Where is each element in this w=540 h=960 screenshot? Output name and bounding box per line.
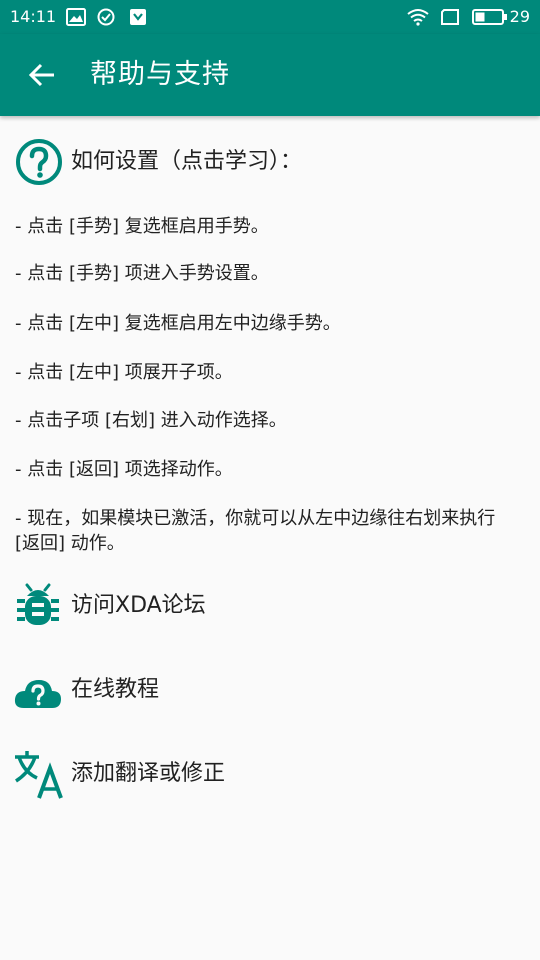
app-toolbar: 帮助与支持: [0, 34, 540, 116]
image-notification-icon: [66, 8, 86, 26]
app-root: 14:11 29 帮助与支持 如何设置（点击学习）： - 点击 [手势] 复选框…: [0, 0, 540, 960]
help-circle-icon: [16, 139, 62, 185]
page-title: 帮助与支持: [90, 59, 230, 90]
add-translation-label: 添加翻译或修正: [71, 761, 226, 786]
battery-icon: [472, 8, 508, 26]
download-box-icon: [128, 8, 148, 26]
help-step-1: - 点击 [手势] 复选框启用手势。: [15, 216, 269, 237]
help-step-7: - 现在，如果模块已激活，你就可以从左中边缘往右划来执行 [返回] 动作。: [15, 508, 496, 554]
check-circle-icon: [96, 8, 116, 26]
arrow-back-icon: [28, 63, 54, 87]
online-tutorial-label: 在线教程: [71, 677, 160, 702]
add-translation-link[interactable]: 添加翻译或修正: [12, 746, 532, 802]
status-time: 14:11: [10, 7, 57, 26]
battery-level: 29: [509, 7, 530, 26]
help-step-4: - 点击 [左中] 项展开子项。: [15, 362, 233, 383]
status-bar: 14:11 29: [0, 0, 540, 34]
xda-forum-label: 访问XDA论坛: [71, 593, 206, 618]
bug-icon: [17, 583, 59, 625]
screen-icon: [440, 8, 460, 26]
help-step-3: - 点击 [左中] 复选框启用左中边缘手势。: [15, 313, 341, 334]
help-heading[interactable]: 如何设置（点击学习）：: [15, 138, 525, 186]
help-heading-text: 如何设置（点击学习）：: [71, 149, 303, 174]
wifi-icon: [406, 8, 430, 26]
back-button[interactable]: [18, 51, 66, 99]
xda-forum-link[interactable]: 访问XDA论坛: [12, 578, 532, 634]
online-tutorial-link[interactable]: 在线教程: [12, 662, 532, 718]
help-step-6: - 点击 [返回] 项选择动作。: [15, 459, 233, 480]
help-step-5: - 点击子项 [右划] 进入动作选择。: [15, 410, 287, 431]
cloud-help-icon: [14, 680, 61, 708]
help-step-2: - 点击 [手势] 项进入手势设置。: [15, 263, 269, 284]
translate-icon: [15, 751, 63, 799]
